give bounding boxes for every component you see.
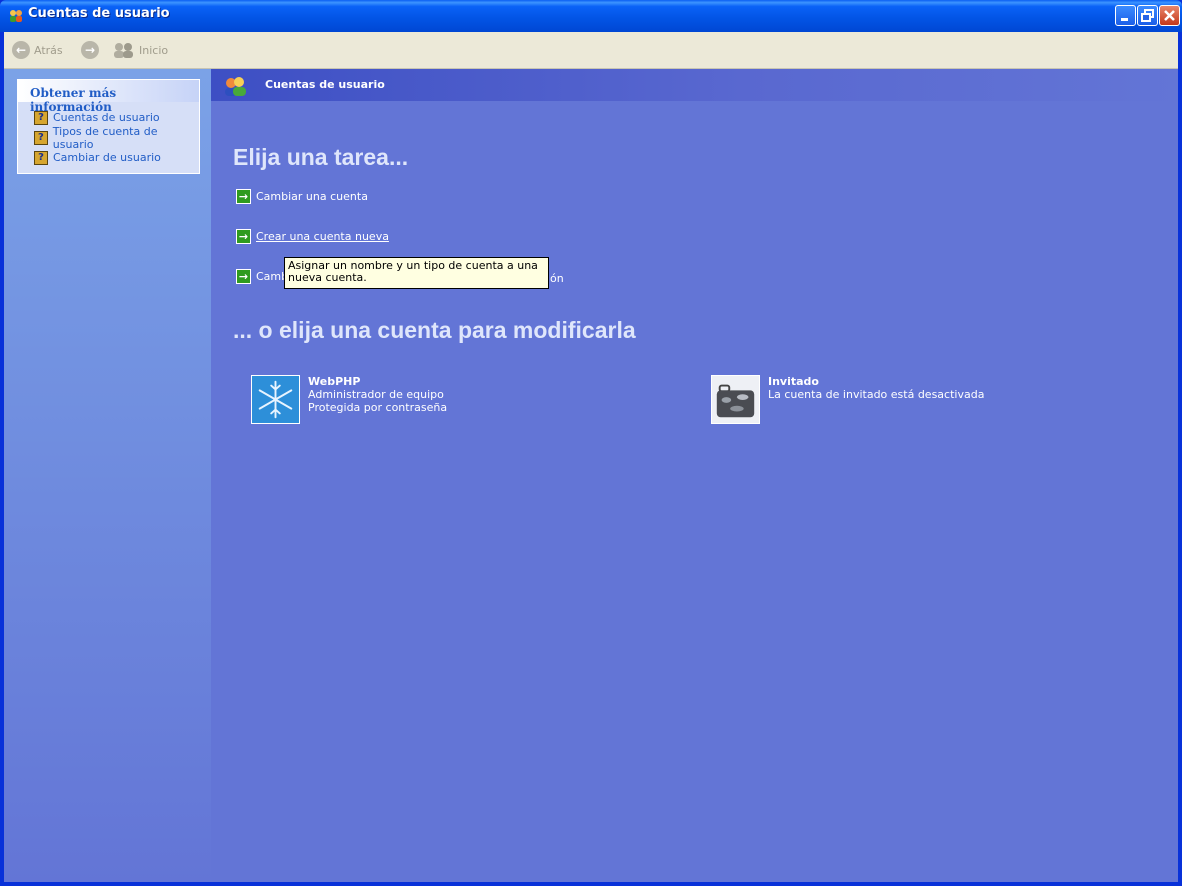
- task-heading: Elija una tarea...: [233, 144, 409, 170]
- forward-button[interactable]: →: [81, 40, 99, 60]
- snowflake-picture-icon: [251, 375, 300, 424]
- home-label: Inicio: [139, 43, 169, 57]
- window-frame-right: [1178, 32, 1182, 886]
- restore-icon: [1141, 9, 1154, 22]
- close-button[interactable]: [1159, 5, 1180, 26]
- link-label: Cambiar de usuario: [53, 151, 161, 164]
- back-button[interactable]: ← Atrás: [12, 40, 63, 60]
- link-switch-user[interactable]: ? Cambiar de usuario: [34, 149, 199, 166]
- minimize-button[interactable]: [1115, 5, 1136, 26]
- account-status: Protegida por contraseña: [308, 401, 448, 414]
- restore-button[interactable]: [1137, 5, 1158, 26]
- learn-more-heading: Obtener más información: [18, 80, 199, 114]
- green-arrow-icon: →: [236, 269, 251, 284]
- main-header: Cuentas de usuario: [211, 69, 1178, 101]
- account-status: La cuenta de invitado está desactivada: [768, 388, 985, 401]
- user-accounts-icon: [225, 77, 246, 96]
- link-label: Tipos de cuenta de usuario: [52, 124, 158, 151]
- close-icon: [1164, 10, 1175, 21]
- window-frame-bottom: [0, 882, 1182, 886]
- help-icon: ?: [34, 110, 48, 125]
- help-icon: ?: [34, 130, 48, 145]
- accounts-heading: ... o elija una cuenta para modificarla: [233, 317, 636, 343]
- link-label: Cuentas de usuario: [53, 111, 160, 124]
- account-name: Invitado: [768, 375, 819, 388]
- task-label: Crear una cuenta nueva: [256, 230, 389, 243]
- task-change-account[interactable]: → Cambiar una cuenta: [236, 189, 368, 204]
- task-create-account[interactable]: → Crear una cuenta nueva: [236, 229, 389, 244]
- account-type: Administrador de equipo: [308, 388, 444, 401]
- tooltip: Asignar un nombre y un tipo de cuenta a …: [284, 257, 549, 289]
- suitcase-picture-icon: [711, 375, 760, 424]
- sidebar: Obtener más información ? Cuentas de usu…: [4, 69, 211, 882]
- back-label: Atrás: [34, 43, 63, 57]
- help-icon: ?: [34, 150, 48, 165]
- account-details: WebPHP Administrador de equipo Protegida…: [308, 375, 447, 424]
- task-change-logon[interactable]: → Camb: [236, 269, 288, 284]
- toolbar: ← Atrás → Inicio: [4, 32, 1178, 69]
- users-home-icon: [114, 43, 133, 58]
- home-button[interactable]: Inicio: [111, 40, 168, 60]
- link-account-types[interactable]: ? Tipos de cuenta de usuario: [34, 125, 199, 151]
- account-guest[interactable]: Invitado La cuenta de invitado está desa…: [711, 375, 984, 424]
- green-arrow-icon: →: [236, 189, 251, 204]
- green-arrow-icon: →: [236, 229, 251, 244]
- user-accounts-icon: [10, 10, 22, 22]
- forward-arrow-icon: →: [81, 41, 99, 59]
- window-title: Cuentas de usuario: [28, 6, 170, 21]
- title-bar[interactable]: Cuentas de usuario: [0, 0, 1182, 32]
- main-header-title: Cuentas de usuario: [265, 78, 385, 91]
- task-label: Cambiar una cuenta: [256, 190, 368, 203]
- account-webphp[interactable]: WebPHP Administrador de equipo Protegida…: [251, 375, 447, 424]
- window: Cuentas de usuario ← Atrás → Inicio Obte…: [0, 0, 1182, 886]
- account-name: WebPHP: [308, 375, 361, 388]
- account-details: Invitado La cuenta de invitado está desa…: [768, 375, 984, 424]
- minimize-icon: [1121, 18, 1128, 21]
- main-panel: Cuentas de usuario Elija una tarea... → …: [211, 69, 1178, 882]
- link-user-accounts[interactable]: ? Cuentas de usuario: [34, 109, 199, 126]
- back-arrow-icon: ←: [12, 41, 30, 59]
- task-label-end: ón: [550, 272, 564, 285]
- learn-more-panel: Obtener más información ? Cuentas de usu…: [17, 79, 200, 174]
